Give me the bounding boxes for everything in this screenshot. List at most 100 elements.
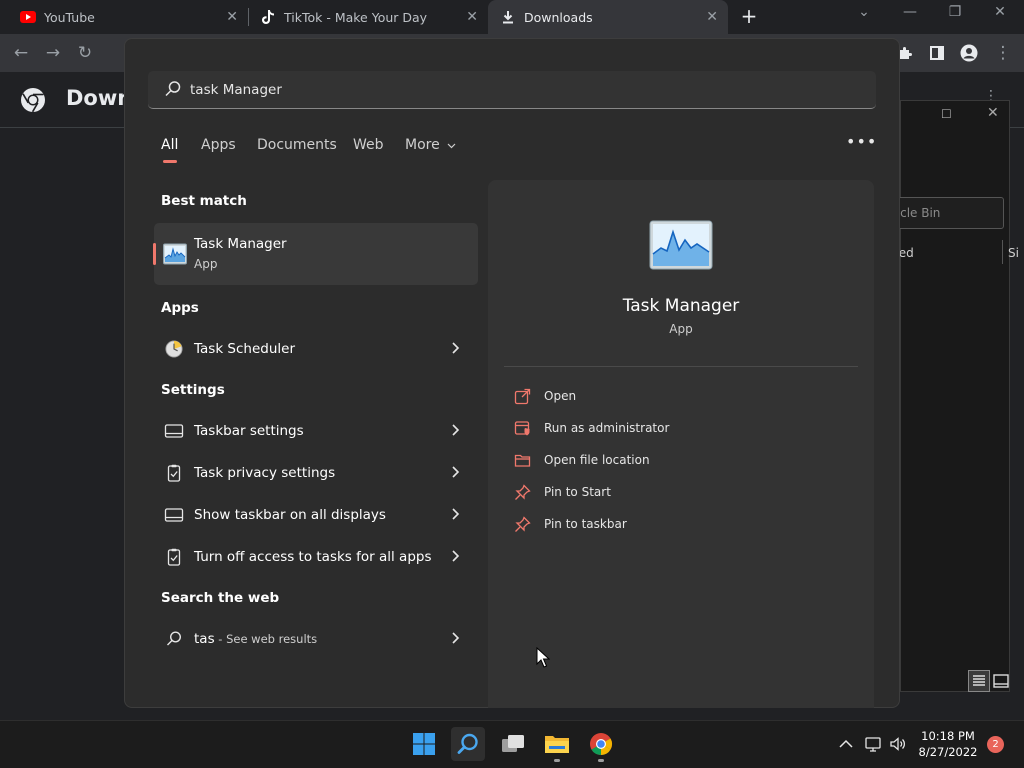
download-icon [500,9,516,25]
search-icon [457,733,478,754]
mouse-cursor-icon [536,647,550,668]
best-match-type: App [194,257,218,271]
reload-icon[interactable]: ↻ [72,40,98,66]
taskbar-search-button[interactable] [451,727,485,761]
result-show-taskbar-all-displays[interactable]: Show taskbar on all displays [154,495,478,535]
tab-web[interactable]: Web [353,137,384,153]
file-explorer-button[interactable] [540,727,574,761]
details-view-icon[interactable] [968,670,990,692]
side-panel-icon[interactable] [924,40,950,66]
minimize-icon[interactable]: — [896,4,924,26]
search-web-heading: Search the web [161,590,280,606]
new-tab-button[interactable]: + [738,6,760,28]
result-label: Task Scheduler [194,341,296,357]
folder-icon [545,736,569,753]
tiktok-icon [260,9,276,25]
tab-youtube[interactable]: YouTube ✕ [8,0,248,34]
search-query[interactable]: task Manager [190,82,282,98]
action-pin-to-taskbar[interactable]: Pin to taskbar [514,514,814,536]
result-label: Taskbar settings [194,423,304,439]
close-tab-icon[interactable]: ✕ [706,9,718,25]
tab-title: TikTok - Make Your Day [284,9,428,25]
chrome-logo-icon [21,88,45,113]
action-open[interactable]: Open [514,386,814,408]
result-label: Show taskbar on all displays [194,507,386,523]
restore-icon[interactable]: ❐ [941,4,969,26]
apps-heading: Apps [161,300,199,316]
chevron-right-icon[interactable] [450,548,460,564]
best-match-item[interactable] [154,223,478,285]
result-task-scheduler[interactable]: Task Scheduler [154,329,478,369]
more-options-icon[interactable]: ••• [846,132,877,151]
chevron-right-icon[interactable] [450,506,460,522]
network-icon[interactable] [863,734,883,754]
chevron-down-icon [447,143,456,149]
tab-search-icon[interactable]: ⌄ [850,4,878,26]
shield-window-icon [514,421,530,436]
search-icon [165,81,181,97]
tiles-view-icon[interactable] [992,672,1010,690]
settings-heading: Settings [161,382,225,398]
action-label: Open [544,389,577,403]
web-query: tas [194,631,215,647]
action-pin-to-start[interactable]: Pin to Start [514,482,814,504]
menu-icon[interactable]: ⋮ [990,40,1016,66]
windows-logo-icon [413,733,435,755]
tab-title: Downloads [524,9,593,25]
maximize-icon[interactable]: ☐ [941,107,952,121]
clock-time[interactable]: 10:18 PM [916,729,980,743]
result-label: Task privacy settings [194,465,336,481]
page-title: Down [66,86,133,110]
tab-tiktok[interactable]: TikTok - Make Your Day ✕ [248,0,488,34]
taskbar-icon [164,424,184,438]
close-tab-icon[interactable]: ✕ [226,9,238,25]
volume-icon[interactable] [888,734,908,754]
running-indicator [598,759,604,762]
close-window-icon[interactable]: ✕ [987,105,999,121]
result-label: Turn off access to tasks for all apps [194,549,432,565]
task-view-icon [502,735,524,752]
chrome-button[interactable] [584,727,618,761]
result-web-search[interactable]: tas - See web results [154,619,478,659]
start-button[interactable] [407,727,441,761]
result-task-privacy-settings[interactable]: Task privacy settings [154,453,478,493]
result-turn-off-task-access[interactable]: Turn off access to tasks for all apps [154,537,478,577]
web-suffix: - See web results [214,632,318,646]
result-taskbar-settings[interactable]: Taskbar settings [154,411,478,451]
action-open-file-location[interactable]: Open file location [514,450,814,472]
back-icon[interactable]: ← [8,40,34,66]
taskbar-icon [164,508,184,522]
chevron-up-icon[interactable] [836,734,856,754]
recycle-bin-window: ☐ ✕ [900,100,1010,692]
folder-icon [514,454,531,467]
forward-icon[interactable]: → [40,40,66,66]
action-label: Pin to taskbar [544,517,627,531]
detail-app-type: App [669,322,693,336]
task-view-button[interactable] [496,727,530,761]
chevron-right-icon[interactable] [450,630,460,646]
tab-documents[interactable]: Documents [257,137,337,153]
detail-divider [504,366,858,367]
tab-all[interactable]: All [161,137,178,153]
close-tab-icon[interactable]: ✕ [466,9,478,25]
clock-date[interactable]: 8/27/2022 [916,745,980,759]
chevron-right-icon[interactable] [450,422,460,438]
profile-icon[interactable] [956,40,982,66]
tab-more[interactable]: More [405,137,456,153]
pin-icon [515,484,531,500]
chevron-right-icon[interactable] [450,464,460,480]
tab-downloads[interactable]: Downloads ✕ [488,0,728,34]
task-manager-icon [163,243,187,265]
column-header[interactable]: Si [1008,246,1019,260]
active-tab-indicator [163,160,177,163]
clock-icon [165,340,183,358]
selection-accent [153,243,156,265]
action-run-as-admin[interactable]: Run as administrator [514,418,814,440]
tab-apps[interactable]: Apps [201,137,236,153]
notification-badge[interactable]: 2 [987,736,1004,753]
best-match-name: Task Manager [194,236,287,252]
pin-icon [515,516,531,532]
close-window-icon[interactable]: ✕ [986,4,1014,26]
web-result-label: tas - See web results [194,631,317,647]
chevron-right-icon[interactable] [450,340,460,356]
